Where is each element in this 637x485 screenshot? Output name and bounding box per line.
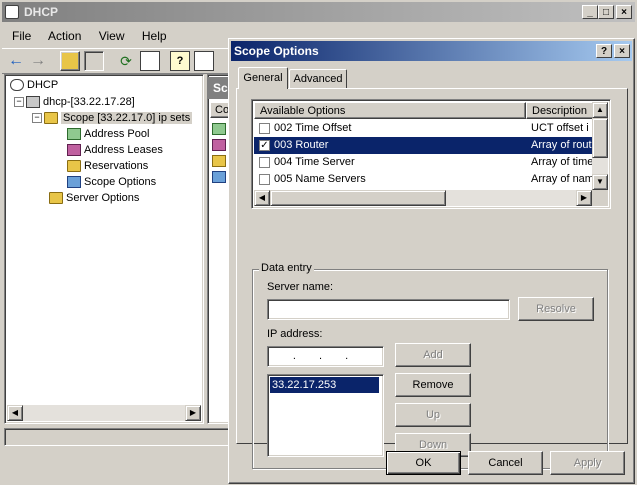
toolbar: ← → ⟳ ? [2, 48, 232, 74]
properties-icon[interactable] [194, 51, 214, 71]
scroll-thumb[interactable] [592, 118, 608, 158]
scroll-right-button[interactable]: ▶ [576, 190, 592, 206]
dialog-titlebar[interactable]: Scope Options ? × [231, 41, 632, 61]
dialog-title: Scope Options [234, 44, 319, 58]
collapse-toggle-icon[interactable]: − [14, 97, 24, 108]
scope-options-icon [67, 176, 81, 189]
tab-panel: Available Options Description 002 Time O… [236, 88, 628, 469]
tree-item-dhcp[interactable]: DHCP [10, 77, 58, 93]
option-checkbox[interactable] [259, 122, 270, 134]
tree-item-scope-options[interactable]: Scope Options [67, 174, 156, 190]
status-bar [4, 428, 234, 446]
server-name-input[interactable] [267, 299, 510, 320]
dialog-close-button[interactable]: × [614, 44, 630, 58]
ip-address-input[interactable]: . . . [267, 346, 384, 367]
refresh-icon[interactable]: ⟳ [116, 51, 136, 71]
option-checkbox[interactable] [259, 173, 270, 185]
up-folder-icon[interactable] [60, 51, 80, 71]
scroll-right-button[interactable]: ▶ [185, 405, 201, 421]
tree-item-address-leases[interactable]: Address Leases [67, 142, 163, 158]
option-checkbox[interactable] [259, 156, 270, 168]
ok-button[interactable]: OK [386, 451, 461, 475]
data-entry-label: Data entry [259, 262, 314, 274]
cancel-button[interactable]: Cancel [468, 451, 543, 475]
scroll-left-button[interactable]: ◀ [254, 190, 270, 206]
option-checkbox-checked[interactable]: ✓ [259, 139, 270, 151]
options-vscrollbar[interactable]: ▲ ▼ [592, 102, 608, 190]
menu-bar: File Action View Help [12, 28, 181, 44]
address-leases-icon [67, 144, 81, 157]
address-pool-icon [67, 128, 81, 141]
menu-view[interactable]: View [99, 29, 125, 43]
forward-arrow-icon[interactable]: → [28, 51, 48, 71]
scroll-corner [592, 190, 608, 206]
server-icon [26, 96, 40, 109]
tab-general[interactable]: General [238, 67, 288, 89]
option-row-005[interactable]: 005 Name Servers Array of nam [254, 171, 594, 188]
dhcp-server-icon [10, 79, 24, 92]
option-icon [212, 123, 226, 135]
ip-address-list[interactable]: 33.22.17.253 [267, 374, 384, 457]
dhcp-app-icon [5, 5, 19, 19]
tree-item-server[interactable]: − dhcp-[33.22.17.28] [14, 94, 135, 110]
tree-item-scope[interactable]: − Scope [33.22.17.0] ip sets [32, 110, 193, 126]
options-list[interactable]: Available Options Description 002 Time O… [251, 99, 611, 209]
ip-address-label: IP address: [267, 328, 323, 340]
folder-icon [44, 112, 58, 125]
back-arrow-icon[interactable]: ← [6, 51, 26, 71]
option-row-003[interactable]: ✓ 003 Router Array of rout [254, 137, 594, 154]
dhcp-titlebar[interactable]: DHCP _ □ × [2, 2, 635, 22]
menu-file[interactable]: File [12, 29, 31, 43]
options-hscrollbar[interactable]: ◀ ▶ [254, 190, 592, 206]
tree-item-reservations[interactable]: Reservations [67, 158, 148, 174]
option-icon [212, 171, 226, 183]
tab-advanced[interactable]: Advanced [289, 69, 347, 88]
column-header-description[interactable]: Description [526, 102, 596, 119]
tree-hscrollbar[interactable]: ◀ ▶ [7, 405, 201, 421]
remove-button[interactable]: Remove [395, 373, 471, 397]
collapse-toggle-icon[interactable]: − [32, 113, 42, 124]
scroll-up-button[interactable]: ▲ [592, 102, 608, 118]
scroll-down-button[interactable]: ▼ [592, 174, 608, 190]
show-hide-tree-icon[interactable] [84, 51, 104, 71]
add-button[interactable]: Add [395, 343, 471, 367]
data-entry-group: Data entry Server name: Resolve IP addre… [252, 262, 608, 469]
scroll-left-button[interactable]: ◀ [7, 405, 23, 421]
help-icon[interactable]: ? [170, 51, 190, 71]
dhcp-window-title: DHCP [24, 5, 59, 19]
ip-list-item[interactable]: 33.22.17.253 [270, 377, 379, 393]
tree-item-server-options[interactable]: Server Options [49, 190, 139, 206]
menu-help[interactable]: Help [142, 29, 167, 43]
tree-pane[interactable]: DHCP − dhcp-[33.22.17.28] − Scope [33.22.1… [4, 74, 204, 424]
scope-options-dialog: Scope Options ? × General Advanced Avail… [228, 38, 635, 484]
tree-item-address-pool[interactable]: Address Pool [67, 126, 149, 142]
apply-button[interactable]: Apply [550, 451, 625, 475]
scroll-thumb[interactable] [270, 190, 446, 206]
folder-icon [49, 192, 63, 205]
column-header-available-options[interactable]: Available Options [254, 102, 526, 119]
resolve-button[interactable]: Resolve [518, 297, 594, 321]
option-icon [212, 155, 226, 167]
options-rows: 002 Time Offset UCT offset i ✓ 003 Router… [254, 120, 594, 192]
server-name-label: Server name: [267, 281, 334, 293]
dialog-help-button[interactable]: ? [596, 44, 612, 58]
reservations-icon [67, 160, 81, 173]
option-row-002[interactable]: 002 Time Offset UCT offset i [254, 120, 594, 137]
export-icon[interactable] [140, 51, 160, 71]
minimize-button[interactable]: _ [582, 5, 598, 19]
maximize-button[interactable]: □ [598, 5, 614, 19]
menu-action[interactable]: Action [48, 29, 81, 43]
option-row-004[interactable]: 004 Time Server Array of time [254, 154, 594, 171]
option-icon [212, 139, 226, 151]
close-button[interactable]: × [616, 5, 632, 19]
up-button[interactable]: Up [395, 403, 471, 427]
